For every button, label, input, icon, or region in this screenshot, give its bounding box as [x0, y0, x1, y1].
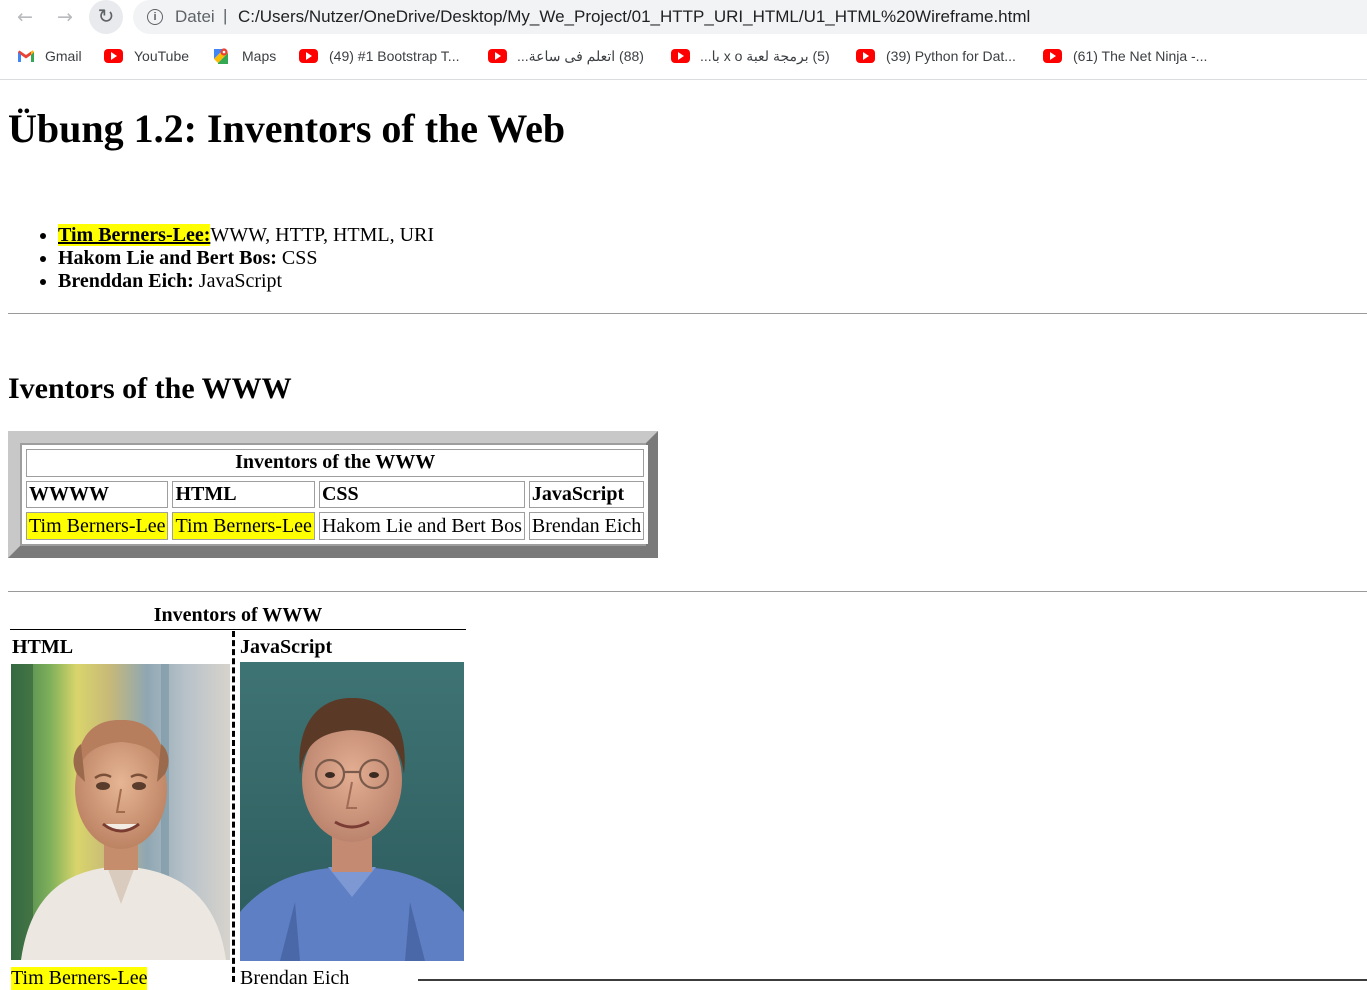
youtube-icon: [671, 49, 690, 63]
page-title: Übung 1.2: Inventors of the Web: [8, 106, 566, 151]
inventor-name: Tim Berners-Lee:: [58, 224, 211, 246]
inventor-name: Brenddan Eich:: [58, 270, 194, 292]
back-arrow-icon[interactable]: ←: [10, 2, 40, 32]
page-content: Übung 1.2: Inventors of the Web Tim Bern…: [0, 80, 1367, 990]
url-separator: |: [223, 6, 228, 25]
bookmark-label: Gmail: [45, 48, 82, 64]
reload-icon[interactable]: ↻: [89, 0, 123, 34]
table-caption-row: Inventors of the WWW: [26, 449, 645, 477]
photo-table-caption: Inventors of WWW: [153, 604, 323, 626]
photo-column-header-javascript: JavaScript: [240, 636, 333, 658]
table-header-cell: HTML: [172, 480, 315, 509]
scheme-label: Datei: [175, 7, 215, 26]
horizontal-rule: [8, 313, 1367, 314]
table-border-frame: Inventors of the WWW WWWW HTML CSS JavaS…: [8, 431, 658, 558]
inventor-list: Tim Berners-Lee:WWW, HTTP, HTML, URI Hak…: [8, 224, 434, 293]
youtube-icon: [299, 49, 318, 63]
bookmark-label: (5) برمجة لعبة x o با...: [700, 48, 830, 64]
bookmark-label: (88) اتعلم فى ساعة...: [517, 48, 644, 64]
table-caption: Inventors of the WWW: [26, 449, 645, 477]
inventors-table: Inventors of the WWW WWWW HTML CSS JavaS…: [22, 445, 649, 544]
photo-name-tim-berners-lee: Tim Berners-Lee: [11, 967, 148, 990]
youtube-icon: [856, 49, 875, 63]
horizontal-rule: [8, 591, 1367, 592]
table-cell: Brendan Eich: [528, 512, 645, 540]
bookmark-label: (39) Python for Dat...: [886, 48, 1016, 64]
gmail-icon: [18, 50, 34, 62]
address-bar[interactable]: i Datei | C:/Users/Nutzer/OneDrive/Deskt…: [133, 0, 1367, 34]
forward-arrow-icon[interactable]: →: [50, 2, 80, 32]
table-cell: Hakom Lie and Bert Bos: [318, 512, 525, 540]
list-item: Hakom Lie and Bert Bos: CSS: [58, 247, 434, 270]
inventor-tech: CSS: [276, 247, 318, 269]
youtube-icon: [488, 49, 507, 63]
table-header-row: WWWW HTML CSS JavaScript: [26, 480, 645, 509]
bookmark-label: Maps: [242, 48, 277, 64]
bookmarks-bar: Gmail YouTube Maps (49) #1 Bootstrap T..…: [0, 40, 1367, 76]
inventor-tech: JavaScript: [193, 270, 283, 292]
youtube-icon: [104, 49, 123, 63]
table-header-cell: WWWW: [26, 480, 169, 509]
inventor-tech: WWW, HTTP, HTML, URI: [210, 224, 435, 246]
list-item: Brenddan Eich: JavaScript: [58, 270, 434, 293]
photo-column-divider: [232, 631, 235, 982]
bottom-border-line: [418, 979, 1367, 981]
url-text[interactable]: C:/Users/Nutzer/OneDrive/Desktop/My_We_P…: [238, 7, 1030, 27]
bookmark-label: (49) #1 Bootstrap T...: [329, 48, 460, 64]
photo-table-top-border: [10, 629, 466, 630]
section-title: Iventors of the WWW: [8, 372, 292, 405]
photo-name-brendan-eich: Brendan Eich: [240, 967, 350, 989]
table-cell: Tim Berners-Lee: [26, 512, 169, 540]
photo-column-header-html: HTML: [12, 636, 74, 658]
bookmark-label: (61) The Net Ninja -...: [1073, 48, 1208, 64]
inventor-name: Hakom Lie and Bert Bos:: [58, 247, 277, 269]
list-item: Tim Berners-Lee:WWW, HTTP, HTML, URI: [58, 224, 434, 247]
browser-toolbar: ← → ↻ i Datei | C:/Users/Nutzer/OneDrive…: [0, 0, 1367, 34]
youtube-icon: [1043, 49, 1062, 63]
info-icon[interactable]: i: [147, 9, 163, 25]
maps-icon: [214, 48, 228, 64]
table-header-cell: JavaScript: [528, 480, 645, 509]
brendan-eich-photo: [240, 662, 464, 961]
tim-berners-lee-photo: [11, 664, 230, 960]
table-cell: Tim Berners-Lee: [172, 512, 315, 540]
bookmark-label: YouTube: [134, 48, 190, 64]
table-row: Tim Berners-Lee Tim Berners-Lee Hakom Li…: [26, 512, 645, 540]
table-header-cell: CSS: [318, 480, 525, 509]
